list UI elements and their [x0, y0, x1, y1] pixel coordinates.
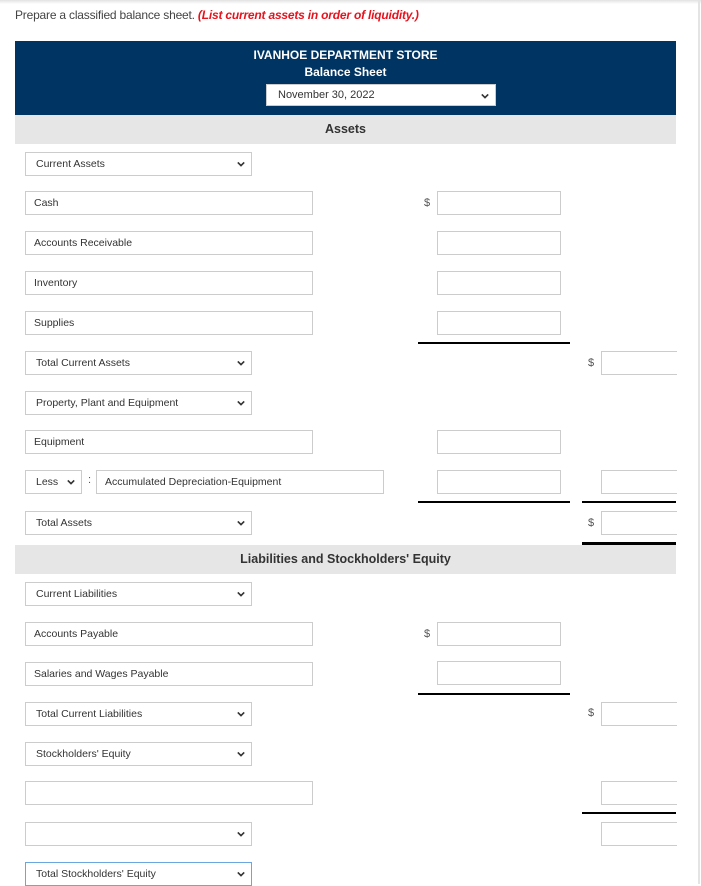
subtotal-rule	[418, 342, 570, 344]
instructions-text: Prepare a classified balance sheet.	[15, 8, 195, 22]
date-select[interactable]: November 30, 2022	[266, 84, 496, 106]
total-current-assets-select[interactable]: Total Current Assets	[25, 351, 252, 375]
chevron-down-icon	[481, 93, 489, 99]
dollar-sign: $	[588, 357, 595, 369]
equity-item-2-select[interactable]	[25, 822, 252, 846]
equity-item-2-amount-input[interactable]	[601, 822, 677, 846]
salaries-wages-payable-amount-input[interactable]	[437, 661, 561, 685]
liabilities-section-header: Liabilities and Stockholders' Equity	[15, 545, 676, 574]
equipment-field[interactable]: Equipment	[25, 430, 313, 454]
total-assets-amount-input[interactable]	[601, 511, 677, 535]
liabilities-section-title: Liabilities and Stockholders' Equity	[240, 552, 451, 566]
current-liabilities-select[interactable]: Current Liabilities	[25, 582, 252, 606]
colon-separator: :	[88, 474, 92, 486]
less-select[interactable]: Less	[25, 470, 82, 494]
select-value: Stockholders' Equity	[36, 748, 131, 760]
inventory-amount-input[interactable]	[437, 271, 561, 295]
cash-amount-input[interactable]	[437, 191, 561, 215]
statement-title: Balance Sheet	[304, 65, 387, 79]
accounts-payable-amount-input[interactable]	[437, 622, 561, 646]
select-value: Current Assets	[36, 158, 105, 170]
ppe-select[interactable]: Property, Plant and Equipment	[25, 391, 252, 415]
instructions: Prepare a classified balance sheet. (Lis…	[15, 8, 419, 22]
supplies-amount-input[interactable]	[437, 311, 561, 335]
instructions-emphasis: (List current assets in order of liquidi…	[197, 8, 419, 22]
accounts-receivable-field[interactable]: Accounts Receivable	[25, 231, 313, 255]
select-value: Total Current Assets	[36, 357, 130, 369]
accounts-payable-field[interactable]: Accounts Payable	[25, 622, 313, 646]
select-value: Current Liabilities	[36, 588, 118, 600]
stockholders-equity-select[interactable]: Stockholders' Equity	[25, 742, 252, 766]
cash-account-field[interactable]: Cash	[25, 191, 313, 215]
net-ppe-amount-input[interactable]	[601, 470, 677, 494]
date-select-value: November 30, 2022	[278, 89, 375, 101]
chevron-down-icon	[237, 751, 245, 757]
equity-item-1-amount-input[interactable]	[601, 781, 677, 805]
chevron-down-icon	[237, 400, 245, 406]
scrollbar-track[interactable]	[698, 0, 700, 884]
select-value: Total Assets	[36, 517, 93, 529]
current-assets-select[interactable]: Current Assets	[25, 152, 252, 176]
total-assets-select[interactable]: Total Assets	[25, 511, 252, 535]
subtotal-rule	[418, 693, 570, 695]
accounts-receivable-amount-input[interactable]	[437, 231, 561, 255]
total-stockholders-equity-select[interactable]: Total Stockholders' Equity	[25, 862, 252, 886]
assets-section-title: Assets	[325, 122, 366, 136]
dollar-sign: $	[424, 628, 431, 640]
total-current-liabilities-select[interactable]: Total Current Liabilities	[25, 702, 252, 726]
chevron-down-icon	[237, 711, 245, 717]
subtotal-rule	[418, 501, 570, 503]
select-value: Total Stockholders' Equity	[36, 868, 156, 880]
chevron-down-icon	[237, 161, 245, 167]
chevron-down-icon	[237, 520, 245, 526]
supplies-field[interactable]: Supplies	[25, 311, 313, 335]
assets-section-header: Assets	[15, 115, 676, 144]
select-value: Total Current Liabilities	[36, 708, 143, 720]
chevron-down-icon	[237, 591, 245, 597]
chevron-down-icon	[237, 831, 245, 837]
dollar-sign: $	[424, 197, 431, 209]
dollar-sign: $	[588, 517, 595, 529]
chevron-down-icon	[67, 479, 75, 485]
accumulated-depreciation-field[interactable]: Accumulated Depreciation-Equipment	[96, 470, 384, 494]
select-value: Property, Plant and Equipment	[36, 397, 179, 409]
total-current-liabilities-amount-input[interactable]	[601, 702, 677, 726]
salaries-wages-payable-field[interactable]: Salaries and Wages Payable	[25, 662, 313, 686]
chevron-down-icon	[237, 360, 245, 366]
dollar-sign: $	[588, 707, 595, 719]
equipment-amount-input[interactable]	[437, 430, 561, 454]
select-value: Less	[36, 476, 59, 488]
accumulated-depreciation-amount-input[interactable]	[437, 470, 561, 494]
chevron-down-icon	[237, 871, 245, 877]
subtotal-rule	[582, 812, 676, 814]
inventory-field[interactable]: Inventory	[25, 271, 313, 295]
subtotal-rule	[582, 501, 676, 503]
company-name: IVANHOE DEPARTMENT STORE	[253, 48, 438, 62]
total-current-assets-amount-input[interactable]	[601, 351, 677, 375]
top-shadow	[0, 0, 701, 4]
equity-item-1-field[interactable]	[25, 781, 313, 805]
